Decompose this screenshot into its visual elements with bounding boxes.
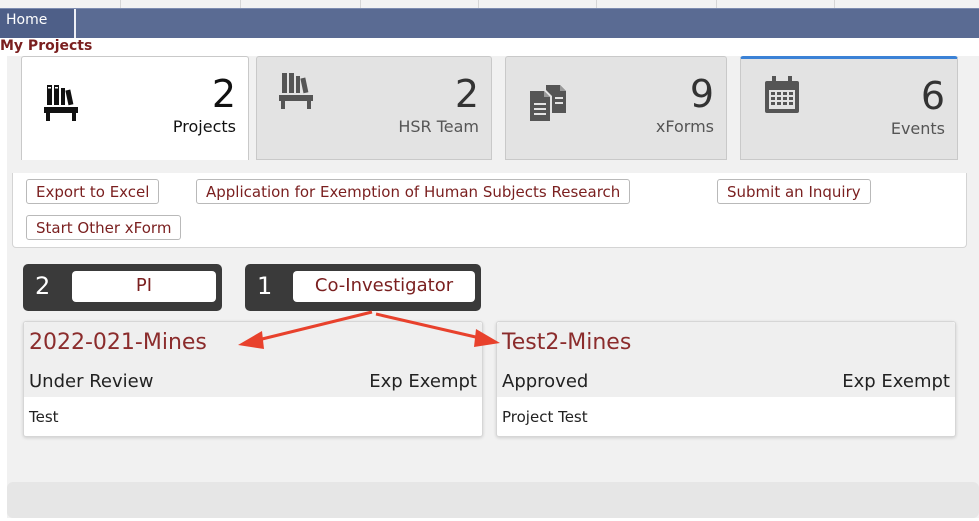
projects-tile[interactable]: 2 Projects bbox=[21, 56, 249, 160]
export-to-excel-button[interactable]: Export to Excel bbox=[26, 179, 160, 204]
events-label: Events bbox=[890, 119, 945, 138]
page-title: My Projects bbox=[0, 38, 93, 54]
project-card-header: Test2-Mines Approved Exp Exempt bbox=[497, 322, 955, 397]
calendar-icon bbox=[765, 76, 799, 113]
role-filter-pi[interactable]: 2 PI bbox=[23, 264, 222, 311]
actions-panel: Export to Excel Application for Exemptio… bbox=[12, 173, 967, 248]
role-co-investigator-count: 1 bbox=[257, 272, 273, 300]
project-review-type: Exp Exempt bbox=[369, 371, 477, 392]
project-card: Test2-Mines Approved Exp Exempt Project … bbox=[496, 321, 956, 437]
project-card-header: 2022-021-Mines Under Review Exp Exempt bbox=[24, 322, 482, 397]
top-strip bbox=[0, 0, 979, 8]
events-count: 6 bbox=[920, 74, 945, 118]
projects-label: Projects bbox=[172, 117, 236, 136]
exemption-application-button[interactable]: Application for Exemption of Human Subje… bbox=[196, 179, 631, 204]
xforms-label: xForms bbox=[655, 117, 714, 136]
xforms-count: 9 bbox=[689, 72, 714, 116]
top-nav-bar: Home bbox=[0, 8, 979, 38]
project-title-link[interactable]: Test2-Mines bbox=[502, 330, 631, 355]
hsr-team-label: HSR Team bbox=[398, 117, 479, 136]
project-description: Test bbox=[29, 408, 59, 426]
start-other-xform-button[interactable]: Start Other xForm bbox=[26, 215, 182, 240]
projects-count: 2 bbox=[211, 72, 236, 116]
hsr-team-tile[interactable]: 2 HSR Team bbox=[256, 56, 492, 160]
role-pi-count: 2 bbox=[35, 272, 51, 300]
home-tab[interactable]: Home bbox=[0, 9, 76, 38]
project-review-type: Exp Exempt bbox=[842, 371, 950, 392]
submit-inquiry-button[interactable]: Submit an Inquiry bbox=[717, 179, 871, 204]
project-title-link[interactable]: 2022-021-Mines bbox=[29, 330, 207, 355]
documents-icon bbox=[530, 85, 566, 121]
books-icon bbox=[279, 73, 313, 109]
role-co-investigator-label: Co-Investigator bbox=[293, 271, 475, 302]
bottom-bar bbox=[7, 482, 979, 518]
xforms-tile[interactable]: 9 xForms bbox=[505, 56, 727, 160]
events-tile[interactable]: 6 Events bbox=[740, 56, 958, 160]
main-panel: 2 Projects 2 HSR Team 9 xForms 6 Events … bbox=[7, 56, 979, 518]
role-filter-co-investigator[interactable]: 1 Co-Investigator bbox=[245, 264, 481, 311]
project-description: Project Test bbox=[502, 408, 588, 426]
hsr-team-count: 2 bbox=[454, 72, 479, 116]
books-icon bbox=[44, 85, 78, 121]
project-status: Under Review bbox=[29, 371, 154, 392]
role-pi-label: PI bbox=[72, 271, 216, 302]
project-status: Approved bbox=[502, 371, 589, 392]
project-card: 2022-021-Mines Under Review Exp Exempt T… bbox=[23, 321, 483, 437]
